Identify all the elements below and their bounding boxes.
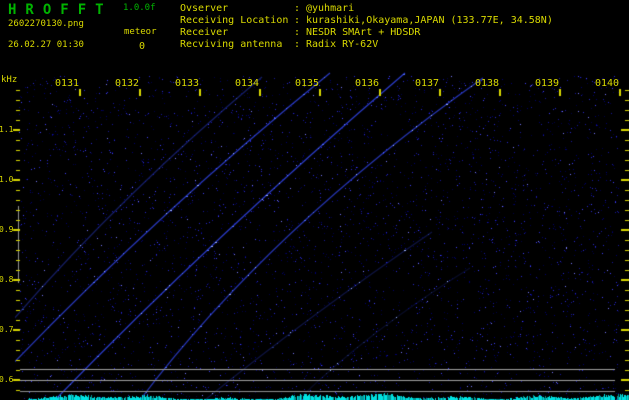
spectrogram-canvas bbox=[0, 0, 629, 400]
hrofft-window: HROFFT 1.0.0f 2602270130.png meteor 26.0… bbox=[0, 0, 629, 400]
